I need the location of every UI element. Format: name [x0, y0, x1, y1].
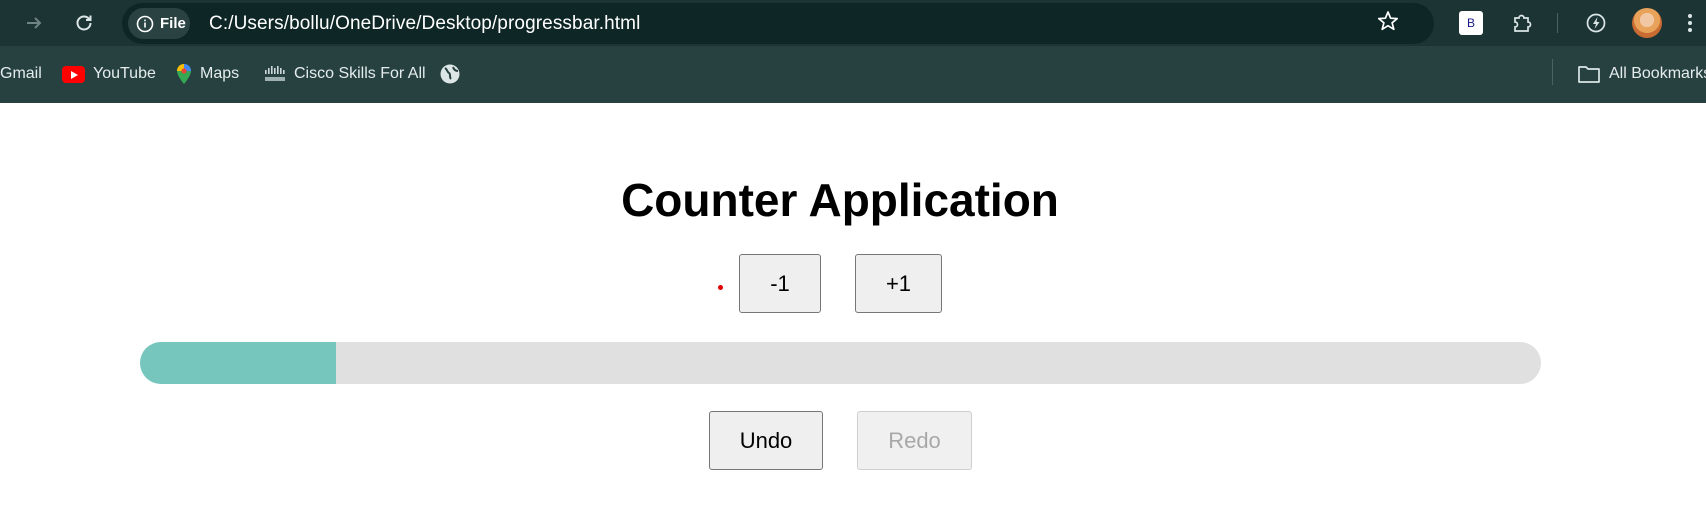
performance-button[interactable] [1582, 9, 1610, 37]
all-bookmarks-label: All Bookmarks [1609, 65, 1706, 82]
cisco-icon [265, 66, 285, 81]
bookmark-maps[interactable]: Maps [176, 62, 239, 86]
site-info-chip[interactable]: File [128, 8, 190, 39]
bookmark-label: Maps [200, 65, 240, 82]
star-icon [1377, 11, 1399, 31]
youtube-icon [62, 65, 85, 83]
bookmarks-divider [1552, 59, 1553, 85]
url-text[interactable]: C:/Users/bollu/OneDrive/Desktop/progress… [209, 13, 640, 35]
page-content: Counter Application -1 +1 Undo Redo [0, 103, 1706, 522]
bookmark-label: Gmail [0, 65, 42, 82]
bookmark-label: YouTube [93, 65, 156, 82]
counter-indicator [718, 285, 723, 290]
forward-button[interactable] [20, 9, 48, 37]
bookmark-globe[interactable] [439, 62, 461, 86]
bookmark-gmail[interactable]: Gmail [0, 62, 42, 86]
browser-toolbar: File C:/Users/bollu/OneDrive/Desktop/pro… [0, 0, 1706, 46]
page-title: Counter Application [621, 174, 1059, 226]
file-chip-label: File [160, 15, 186, 32]
globe-icon [440, 64, 460, 84]
reload-button[interactable] [70, 9, 98, 37]
info-icon [136, 15, 154, 32]
undo-button[interactable]: Undo [709, 411, 823, 470]
performance-icon [1586, 13, 1606, 33]
extensions-button[interactable] [1508, 9, 1536, 37]
puzzle-icon [1514, 14, 1532, 32]
kebab-menu-icon [1688, 14, 1692, 32]
bookmark-label: Cisco Skills For All [294, 65, 426, 82]
extension-b-icon[interactable]: B [1459, 11, 1483, 35]
bookmark-star-button[interactable] [1374, 7, 1402, 35]
redo-button[interactable]: Redo [857, 411, 972, 470]
forward-arrow-icon [27, 17, 42, 29]
avatar[interactable] [1632, 8, 1662, 38]
all-bookmarks-button[interactable]: All Bookmarks [1577, 62, 1706, 86]
folder-icon [1578, 66, 1600, 83]
progress-bar-fill [140, 342, 337, 384]
browser-menu-button[interactable] [1680, 9, 1700, 37]
reload-icon [76, 15, 92, 31]
bookmarks-bar: Gmail YouTube Maps Cisco Skills For All … [0, 46, 1706, 103]
toolbar-divider [1557, 13, 1558, 33]
extension-b-label: B [1466, 16, 1475, 30]
progress-bar [140, 342, 1541, 384]
increment-button[interactable]: +1 [855, 254, 942, 313]
decrement-button[interactable]: -1 [739, 254, 821, 313]
address-bar[interactable]: File C:/Users/bollu/OneDrive/Desktop/pro… [122, 3, 1434, 44]
bookmark-cisco[interactable]: Cisco Skills For All [264, 62, 426, 86]
bookmark-youtube[interactable]: YouTube [62, 62, 156, 86]
maps-pin-icon [177, 64, 191, 84]
